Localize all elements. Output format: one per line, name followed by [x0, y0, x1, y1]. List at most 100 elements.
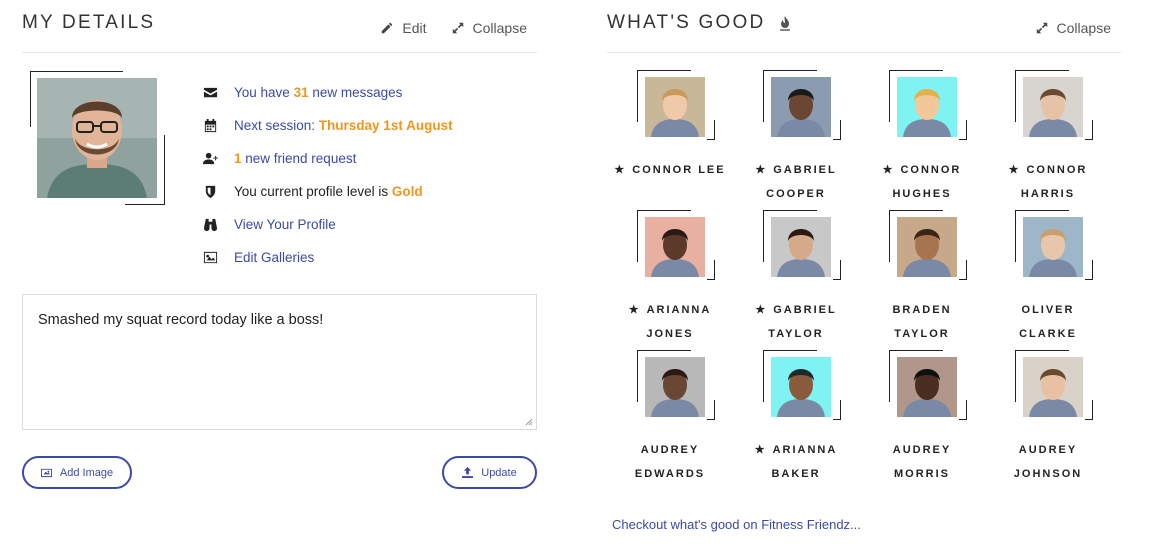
list-item[interactable]: View Your Profile: [202, 208, 453, 241]
person-last-name: EDWARDS: [634, 468, 706, 480]
messages-suffix: new messages: [308, 85, 403, 100]
person-photo-frame: [889, 210, 967, 280]
frame-corner: [833, 400, 841, 420]
person-name[interactable]: ★ CONNOR HARRIS: [985, 158, 1111, 206]
person-name[interactable]: OLIVER CLARKE: [985, 298, 1111, 346]
person-card[interactable]: AUDREY EDWARDS: [607, 350, 733, 490]
next-session-link[interactable]: Next session: Thursday 1st August: [234, 118, 453, 133]
person-card[interactable]: ★ GABRIEL COOPER: [733, 70, 859, 210]
person-card[interactable]: ★ CONNOR LEE: [607, 70, 733, 210]
person-last-name: HUGHES: [892, 188, 952, 200]
view-profile-link[interactable]: View Your Profile: [234, 217, 336, 232]
image-icon: [202, 250, 218, 266]
person-name-line: AUDREY: [859, 438, 985, 462]
list-item[interactable]: Next session: Thursday 1st August: [202, 109, 453, 142]
star-icon: ★: [755, 164, 768, 176]
person-name-line: ★ CONNOR: [985, 158, 1111, 182]
person-name-line: ★ GABRIEL: [733, 158, 859, 182]
envelope-icon: [202, 85, 218, 101]
collapse-label: Collapse: [472, 20, 527, 36]
person-first-name: ARIANNA: [646, 304, 712, 316]
person-photo-frame: [763, 350, 841, 420]
person-card[interactable]: BRADEN TAYLOR: [859, 210, 985, 350]
person-avatar: [645, 77, 705, 137]
messages-link[interactable]: You have 31 new messages: [234, 85, 402, 100]
header-actions: Collapse: [1035, 20, 1111, 36]
person-name[interactable]: ★ ARIANNA BAKER: [733, 438, 859, 486]
person-card[interactable]: ★ CONNOR HUGHES: [859, 70, 985, 210]
person-first-name: AUDREY: [1018, 444, 1078, 456]
status-textarea[interactable]: Smashed my squat record today like a bos…: [22, 294, 537, 430]
person-card[interactable]: ★ ARIANNA JONES: [607, 210, 733, 350]
frame-corner: [707, 400, 715, 420]
person-photo-frame: [889, 70, 967, 140]
person-avatar: [771, 217, 831, 277]
person-photo-frame: [1015, 350, 1093, 420]
frame-corner: [1085, 120, 1093, 140]
person-name[interactable]: AUDREY JOHNSON: [985, 438, 1111, 486]
person-photo-frame: [763, 210, 841, 280]
frame-corner: [959, 400, 967, 420]
person-card[interactable]: ★ ARIANNA BAKER: [733, 350, 859, 490]
person-avatar: [897, 217, 957, 277]
person-first-name: GABRIEL: [773, 304, 837, 316]
edit-galleries-link[interactable]: Edit Galleries: [234, 250, 314, 265]
list-item[interactable]: 1 new friend request: [202, 142, 453, 175]
person-name[interactable]: ★ CONNOR LEE: [607, 158, 733, 182]
panel-title: MY DETAILS: [22, 12, 156, 33]
add-image-label: Add Image: [59, 466, 114, 479]
checkout-link[interactable]: Checkout what's good on Fitness Friendz.…: [612, 517, 861, 532]
person-card[interactable]: AUDREY JOHNSON: [985, 350, 1111, 490]
person-name-line: ★ ARIANNA: [733, 438, 859, 462]
person-name[interactable]: ★ CONNOR HUGHES: [859, 158, 985, 206]
person-avatar: [1023, 217, 1083, 277]
collapse-button[interactable]: Collapse: [451, 20, 527, 36]
person-card[interactable]: OLIVER CLARKE: [985, 210, 1111, 350]
person-name[interactable]: AUDREY MORRIS: [859, 438, 985, 486]
friend-request-link[interactable]: 1 new friend request: [234, 151, 356, 166]
whats-good-header: WHAT'S GOOD Collapse: [607, 0, 1121, 53]
person-name[interactable]: ★ ARIANNA JONES: [607, 298, 733, 346]
person-photo-frame: [1015, 210, 1093, 280]
list-item[interactable]: Edit Galleries: [202, 241, 453, 274]
person-card[interactable]: ★ GABRIEL TAYLOR: [733, 210, 859, 350]
person-last-name: JOHNSON: [1013, 468, 1083, 480]
add-user-icon: [202, 151, 218, 167]
star-icon: ★: [882, 164, 895, 176]
person-name[interactable]: AUDREY EDWARDS: [607, 438, 733, 486]
person-photo-frame: [1015, 70, 1093, 140]
frame-corner: [959, 260, 967, 280]
person-avatar: [897, 357, 957, 417]
person-name-line: ★ ARIANNA: [607, 298, 733, 322]
person-first-name: AUDREY: [640, 444, 700, 456]
frame-corner: [1085, 260, 1093, 280]
expand-arrows-icon: [452, 22, 463, 34]
person-last-name: JONES: [646, 328, 694, 340]
status-text: Smashed my squat record today like a bos…: [38, 312, 324, 328]
upload-icon: [462, 467, 474, 478]
person-name[interactable]: ★ GABRIEL TAYLOR: [733, 298, 859, 346]
session-prefix: Next session:: [234, 118, 319, 133]
person-name[interactable]: BRADEN TAYLOR: [859, 298, 985, 346]
edit-button[interactable]: Edit: [380, 20, 427, 36]
binoculars-icon: [202, 217, 218, 233]
header-actions: Edit Collapse: [380, 20, 527, 36]
person-last-name: COOPER: [766, 188, 826, 200]
friend-suffix: new friend request: [241, 151, 357, 166]
person-card[interactable]: ★ CONNOR HARRIS: [985, 70, 1111, 210]
person-photo-frame: [889, 350, 967, 420]
person-card[interactable]: AUDREY MORRIS: [859, 350, 985, 490]
add-image-button[interactable]: Add Image: [22, 456, 132, 489]
profile-avatar[interactable]: [30, 71, 165, 205]
person-photo-frame: [763, 70, 841, 140]
frame-corner: [1085, 400, 1093, 420]
frame-corner: [833, 260, 841, 280]
resize-grip-icon[interactable]: [525, 418, 533, 426]
avatar-photo: [37, 78, 157, 198]
collapse-button[interactable]: Collapse: [1035, 20, 1111, 36]
list-item[interactable]: You have 31 new messages: [202, 76, 453, 109]
update-button[interactable]: Update: [442, 456, 537, 489]
person-name[interactable]: ★ GABRIEL COOPER: [733, 158, 859, 206]
person-name-line: AUDREY: [985, 438, 1111, 462]
star-icon: ★: [754, 444, 767, 456]
